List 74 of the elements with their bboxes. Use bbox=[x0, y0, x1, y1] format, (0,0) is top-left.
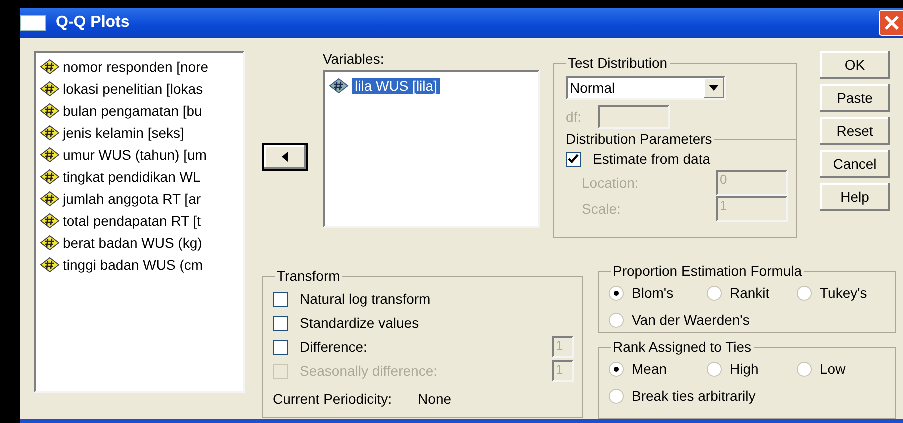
scale-variable-icon bbox=[40, 81, 60, 97]
dialog-button[interactable]: Reset bbox=[820, 117, 890, 145]
radio-label: Mean bbox=[632, 361, 668, 377]
radio-label: Van der Waerden's bbox=[632, 312, 750, 328]
left-arrow-icon bbox=[281, 152, 289, 162]
dialog-button[interactable]: Cancel bbox=[820, 150, 890, 178]
dropdown-arrow-icon bbox=[709, 85, 719, 91]
radio-label: Blom's bbox=[632, 285, 674, 301]
variable-item[interactable]: lokasi penelitian [lokas bbox=[63, 81, 204, 97]
checkbox-label: Estimate from data bbox=[593, 151, 710, 167]
scale-variable-icon bbox=[40, 169, 60, 185]
variables-label: Variables: bbox=[323, 51, 386, 69]
scale-variable-icon bbox=[40, 257, 60, 273]
scale-variable-icon bbox=[40, 125, 60, 141]
scale-variable-icon bbox=[40, 191, 60, 207]
move-button[interactable] bbox=[262, 143, 308, 171]
group-title: Proportion Estimation Formula bbox=[611, 263, 804, 279]
scale-variable-icon bbox=[40, 103, 60, 119]
dialog-button[interactable]: OK bbox=[820, 51, 890, 79]
field-label: Location: bbox=[582, 175, 639, 191]
variable-item[interactable]: tinggi badan WUS (cm bbox=[63, 257, 204, 273]
radio-button[interactable] bbox=[609, 388, 624, 404]
checkbox-label: Natural log transform bbox=[300, 291, 432, 307]
checkbox[interactable] bbox=[273, 316, 288, 330]
checkbox[interactable] bbox=[566, 152, 581, 166]
radio-button[interactable] bbox=[797, 286, 812, 300]
radio-label: Break ties arbitrarily bbox=[632, 388, 756, 404]
window-icon bbox=[20, 15, 46, 31]
variable-item[interactable]: total pendapatan RT [t bbox=[63, 213, 202, 229]
dialog-button[interactable]: Paste bbox=[820, 84, 890, 112]
df-label: df: bbox=[566, 109, 582, 125]
checkbox[interactable] bbox=[273, 292, 288, 306]
variable-item[interactable]: bulan pengamatan [bu bbox=[63, 103, 202, 119]
variable-item[interactable]: jenis kelamin [seks] bbox=[63, 125, 184, 141]
variable-item[interactable]: lila WUS [lila] bbox=[352, 78, 440, 94]
close-icon bbox=[883, 14, 901, 32]
group-title: Test Distribution bbox=[566, 55, 670, 71]
field-label: Scale: bbox=[582, 201, 621, 217]
scale-variable-icon bbox=[40, 59, 60, 75]
radio-button[interactable] bbox=[609, 286, 624, 300]
radio-label: Tukey's bbox=[820, 285, 868, 301]
periodicity-value: None bbox=[418, 391, 452, 407]
radio-button[interactable] bbox=[707, 286, 722, 300]
source-variable-list[interactable] bbox=[34, 51, 245, 393]
scale-variable-icon bbox=[40, 147, 60, 163]
dialog-button[interactable]: Help bbox=[820, 183, 890, 211]
variables-list[interactable]: lila WUS [lila] bbox=[323, 70, 540, 228]
checkbox-label: Difference: bbox=[300, 339, 368, 355]
scale-variable-icon bbox=[40, 213, 60, 229]
distribution-dropdown[interactable]: Normal bbox=[566, 76, 726, 100]
radio-label: High bbox=[730, 361, 759, 377]
radio-button[interactable] bbox=[609, 312, 624, 328]
window-title: Q-Q Plots bbox=[56, 14, 131, 32]
close-button[interactable] bbox=[879, 10, 903, 36]
radio-button[interactable] bbox=[797, 362, 812, 376]
variable-item[interactable]: umur WUS (tahun) [um bbox=[63, 147, 207, 163]
radio-label: Low bbox=[820, 361, 846, 377]
radio-button[interactable] bbox=[707, 362, 722, 376]
group-title: Distribution Parameters bbox=[565, 131, 714, 147]
radio-label: Rankit bbox=[730, 285, 770, 301]
df-field[interactable] bbox=[598, 105, 670, 129]
periodicity-label: Current Periodicity: bbox=[273, 391, 392, 407]
variable-item[interactable]: tingkat pendidikan WL bbox=[63, 169, 201, 185]
checkbox-label: Standardize values bbox=[300, 315, 420, 331]
scale-variable-icon bbox=[40, 235, 60, 251]
checkbox[interactable] bbox=[273, 340, 288, 354]
scale-variable-icon bbox=[329, 78, 349, 94]
variable-item[interactable]: berat badan WUS (kg) bbox=[63, 235, 202, 251]
radio-button[interactable] bbox=[609, 362, 624, 376]
variable-item[interactable]: nomor responden [nore bbox=[63, 59, 209, 75]
group-title: Rank Assigned to Ties bbox=[611, 339, 754, 355]
variable-item[interactable]: jumlah anggota RT [ar bbox=[63, 191, 202, 207]
checkbox-label: Seasonally difference: bbox=[300, 363, 438, 379]
group-title: Transform bbox=[275, 268, 342, 284]
